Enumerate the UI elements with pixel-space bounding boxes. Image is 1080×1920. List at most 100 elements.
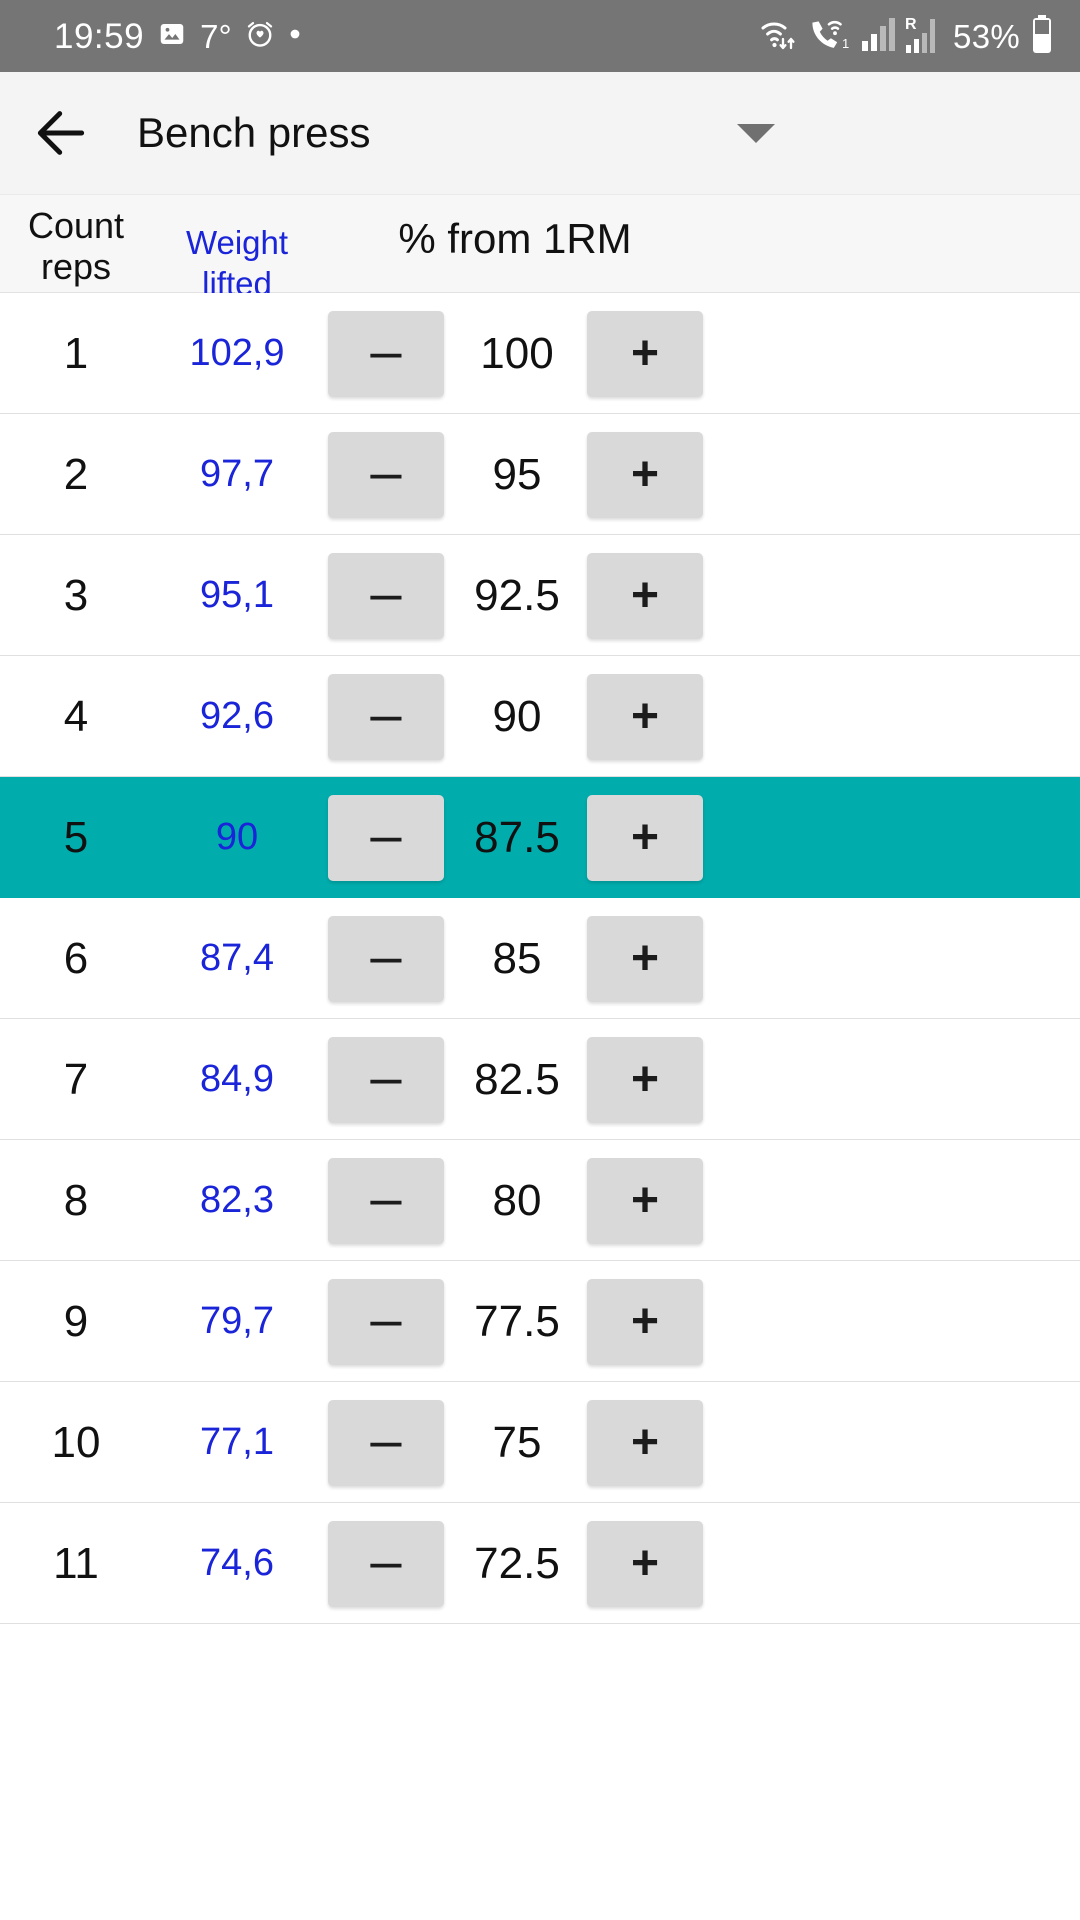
row-count-value: 4 <box>63 691 89 741</box>
row-count-value: 9 <box>63 1296 89 1346</box>
minus-icon: – <box>370 1166 402 1229</box>
row-weight-value: 92,6 <box>200 695 274 737</box>
decrement-percent-button[interactable]: – <box>328 553 444 639</box>
plus-icon: + <box>630 1537 660 1590</box>
row-percent-value: 95 <box>492 449 542 499</box>
plus-icon: + <box>630 932 660 985</box>
column-header-count-line2: reps <box>40 246 112 287</box>
row-weight-value: 102,9 <box>189 332 285 374</box>
status-bar-left-group: 19:59 7° <box>54 19 302 54</box>
row-count-value: 10 <box>51 1417 101 1467</box>
decrement-percent-button[interactable]: – <box>328 432 444 518</box>
increment-percent-button[interactable]: + <box>587 1158 703 1244</box>
table-row[interactable]: 10 77,1 – 75 + <box>0 1382 1080 1503</box>
minus-icon: – <box>370 924 402 987</box>
decrement-percent-button[interactable]: – <box>328 916 444 1002</box>
row-count-value: 8 <box>63 1175 89 1225</box>
battery-icon <box>1030 14 1054 59</box>
row-percent-value: 82.5 <box>474 1054 560 1104</box>
table-row[interactable]: 2 97,7 – 95 + <box>0 414 1080 535</box>
increment-percent-button[interactable]: + <box>587 1279 703 1365</box>
plus-icon: + <box>630 811 660 864</box>
sim-number: 1 <box>842 36 849 51</box>
table-row[interactable]: 4 92,6 – 90 + <box>0 656 1080 777</box>
row-weight-value: 74,6 <box>200 1542 274 1584</box>
row-weight-value: 97,7 <box>200 453 274 495</box>
table-row[interactable]: 5 90 – 87.5 + <box>0 777 1080 898</box>
increment-percent-button[interactable]: + <box>587 311 703 397</box>
row-weight-value: 77,1 <box>200 1421 274 1463</box>
table-row[interactable]: 8 82,3 – 80 + <box>0 1140 1080 1261</box>
triangle-down-icon <box>737 123 775 143</box>
increment-percent-button[interactable]: + <box>587 1521 703 1607</box>
status-temperature: 7° <box>200 17 232 55</box>
back-button[interactable] <box>13 85 109 181</box>
minus-icon: – <box>370 1529 402 1592</box>
row-count-value: 11 <box>53 1538 99 1588</box>
row-count-value: 5 <box>63 812 89 862</box>
table-row[interactable]: 3 95,1 – 92.5 + <box>0 535 1080 656</box>
row-percent-value: 90 <box>492 691 542 741</box>
column-header-weight: Weight lifted <box>185 224 289 302</box>
increment-percent-button[interactable]: + <box>587 916 703 1002</box>
increment-percent-button[interactable]: + <box>587 553 703 639</box>
column-header-percent: % from 1RM <box>398 215 632 262</box>
decrement-percent-button[interactable]: – <box>328 795 444 881</box>
page-title: Bench press <box>137 109 371 156</box>
table-column-header: Count reps Weight lifted % from 1RM <box>0 195 1080 302</box>
plus-icon: + <box>630 448 660 501</box>
plus-icon: + <box>630 690 660 743</box>
battery-percentage-label: 53% <box>953 17 1020 55</box>
increment-percent-button[interactable]: + <box>587 674 703 760</box>
increment-percent-button[interactable]: + <box>587 1400 703 1486</box>
row-count-value: 6 <box>63 933 89 983</box>
status-clock: 19:59 <box>54 16 145 56</box>
table-row[interactable]: 7 84,9 – 82.5 + <box>0 1019 1080 1140</box>
call-signal-icon: 1 <box>809 15 851 58</box>
exercise-dropdown-button[interactable] <box>733 110 779 156</box>
table-row[interactable]: 6 87,4 – 85 + <box>0 898 1080 1019</box>
minus-icon: – <box>370 1287 402 1350</box>
column-header-count-line1: Count <box>27 205 125 246</box>
table-rows-container[interactable]: 1 102,9–100 +2 97,7–95 +3 95,1–92.5 +4 92,6–90 +… <box>0 293 1080 1920</box>
decrement-percent-button[interactable]: – <box>328 1521 444 1607</box>
row-weight-value: 79,7 <box>200 1300 274 1342</box>
row-percent-value: 92.5 <box>474 570 560 620</box>
decrement-percent-button[interactable]: – <box>328 1400 444 1486</box>
plus-icon: + <box>630 569 660 622</box>
decrement-percent-button[interactable]: – <box>328 311 444 397</box>
increment-percent-button[interactable]: + <box>587 1037 703 1123</box>
row-percent-value: 77.5 <box>474 1296 560 1346</box>
increment-percent-button[interactable]: + <box>587 432 703 518</box>
plus-icon: + <box>630 1295 660 1348</box>
plus-icon: + <box>630 327 660 380</box>
plus-icon: + <box>630 1053 660 1106</box>
increment-percent-button[interactable]: + <box>587 795 703 881</box>
app-bar: Bench press <box>0 72 1080 195</box>
minus-icon: – <box>370 803 402 866</box>
row-percent-value: 85 <box>492 933 542 983</box>
row-count-value: 1 <box>63 328 89 378</box>
minus-icon: – <box>370 319 402 382</box>
alarm-clock-icon <box>245 19 275 54</box>
table-row[interactable]: 1 102,9 – 100 + <box>0 293 1080 414</box>
row-weight-value: 87,4 <box>200 937 274 979</box>
decrement-percent-button[interactable]: – <box>328 1279 444 1365</box>
row-weight-value: 90 <box>215 816 259 858</box>
status-bar-right-group: 1 R 53% <box>759 0 1054 72</box>
decrement-percent-button[interactable]: – <box>328 1037 444 1123</box>
wifi-transfer-icon <box>759 15 799 58</box>
svg-text:R: R <box>905 16 917 33</box>
row-percent-value: 72.5 <box>474 1538 560 1588</box>
row-weight-value: 95,1 <box>200 574 274 616</box>
decrement-percent-button[interactable]: – <box>328 674 444 760</box>
minus-icon: – <box>370 1045 402 1108</box>
decrement-percent-button[interactable]: – <box>328 1158 444 1244</box>
table-row[interactable]: 11 74,6 – 72.5 + <box>0 1503 1080 1624</box>
dot-icon <box>288 27 302 46</box>
minus-icon: – <box>370 682 402 745</box>
signal-bars-1-icon <box>861 16 896 57</box>
column-header-count: Count reps <box>0 205 152 287</box>
row-percent-value: 87.5 <box>474 812 560 862</box>
table-row[interactable]: 9 79,7 – 77.5 + <box>0 1261 1080 1382</box>
